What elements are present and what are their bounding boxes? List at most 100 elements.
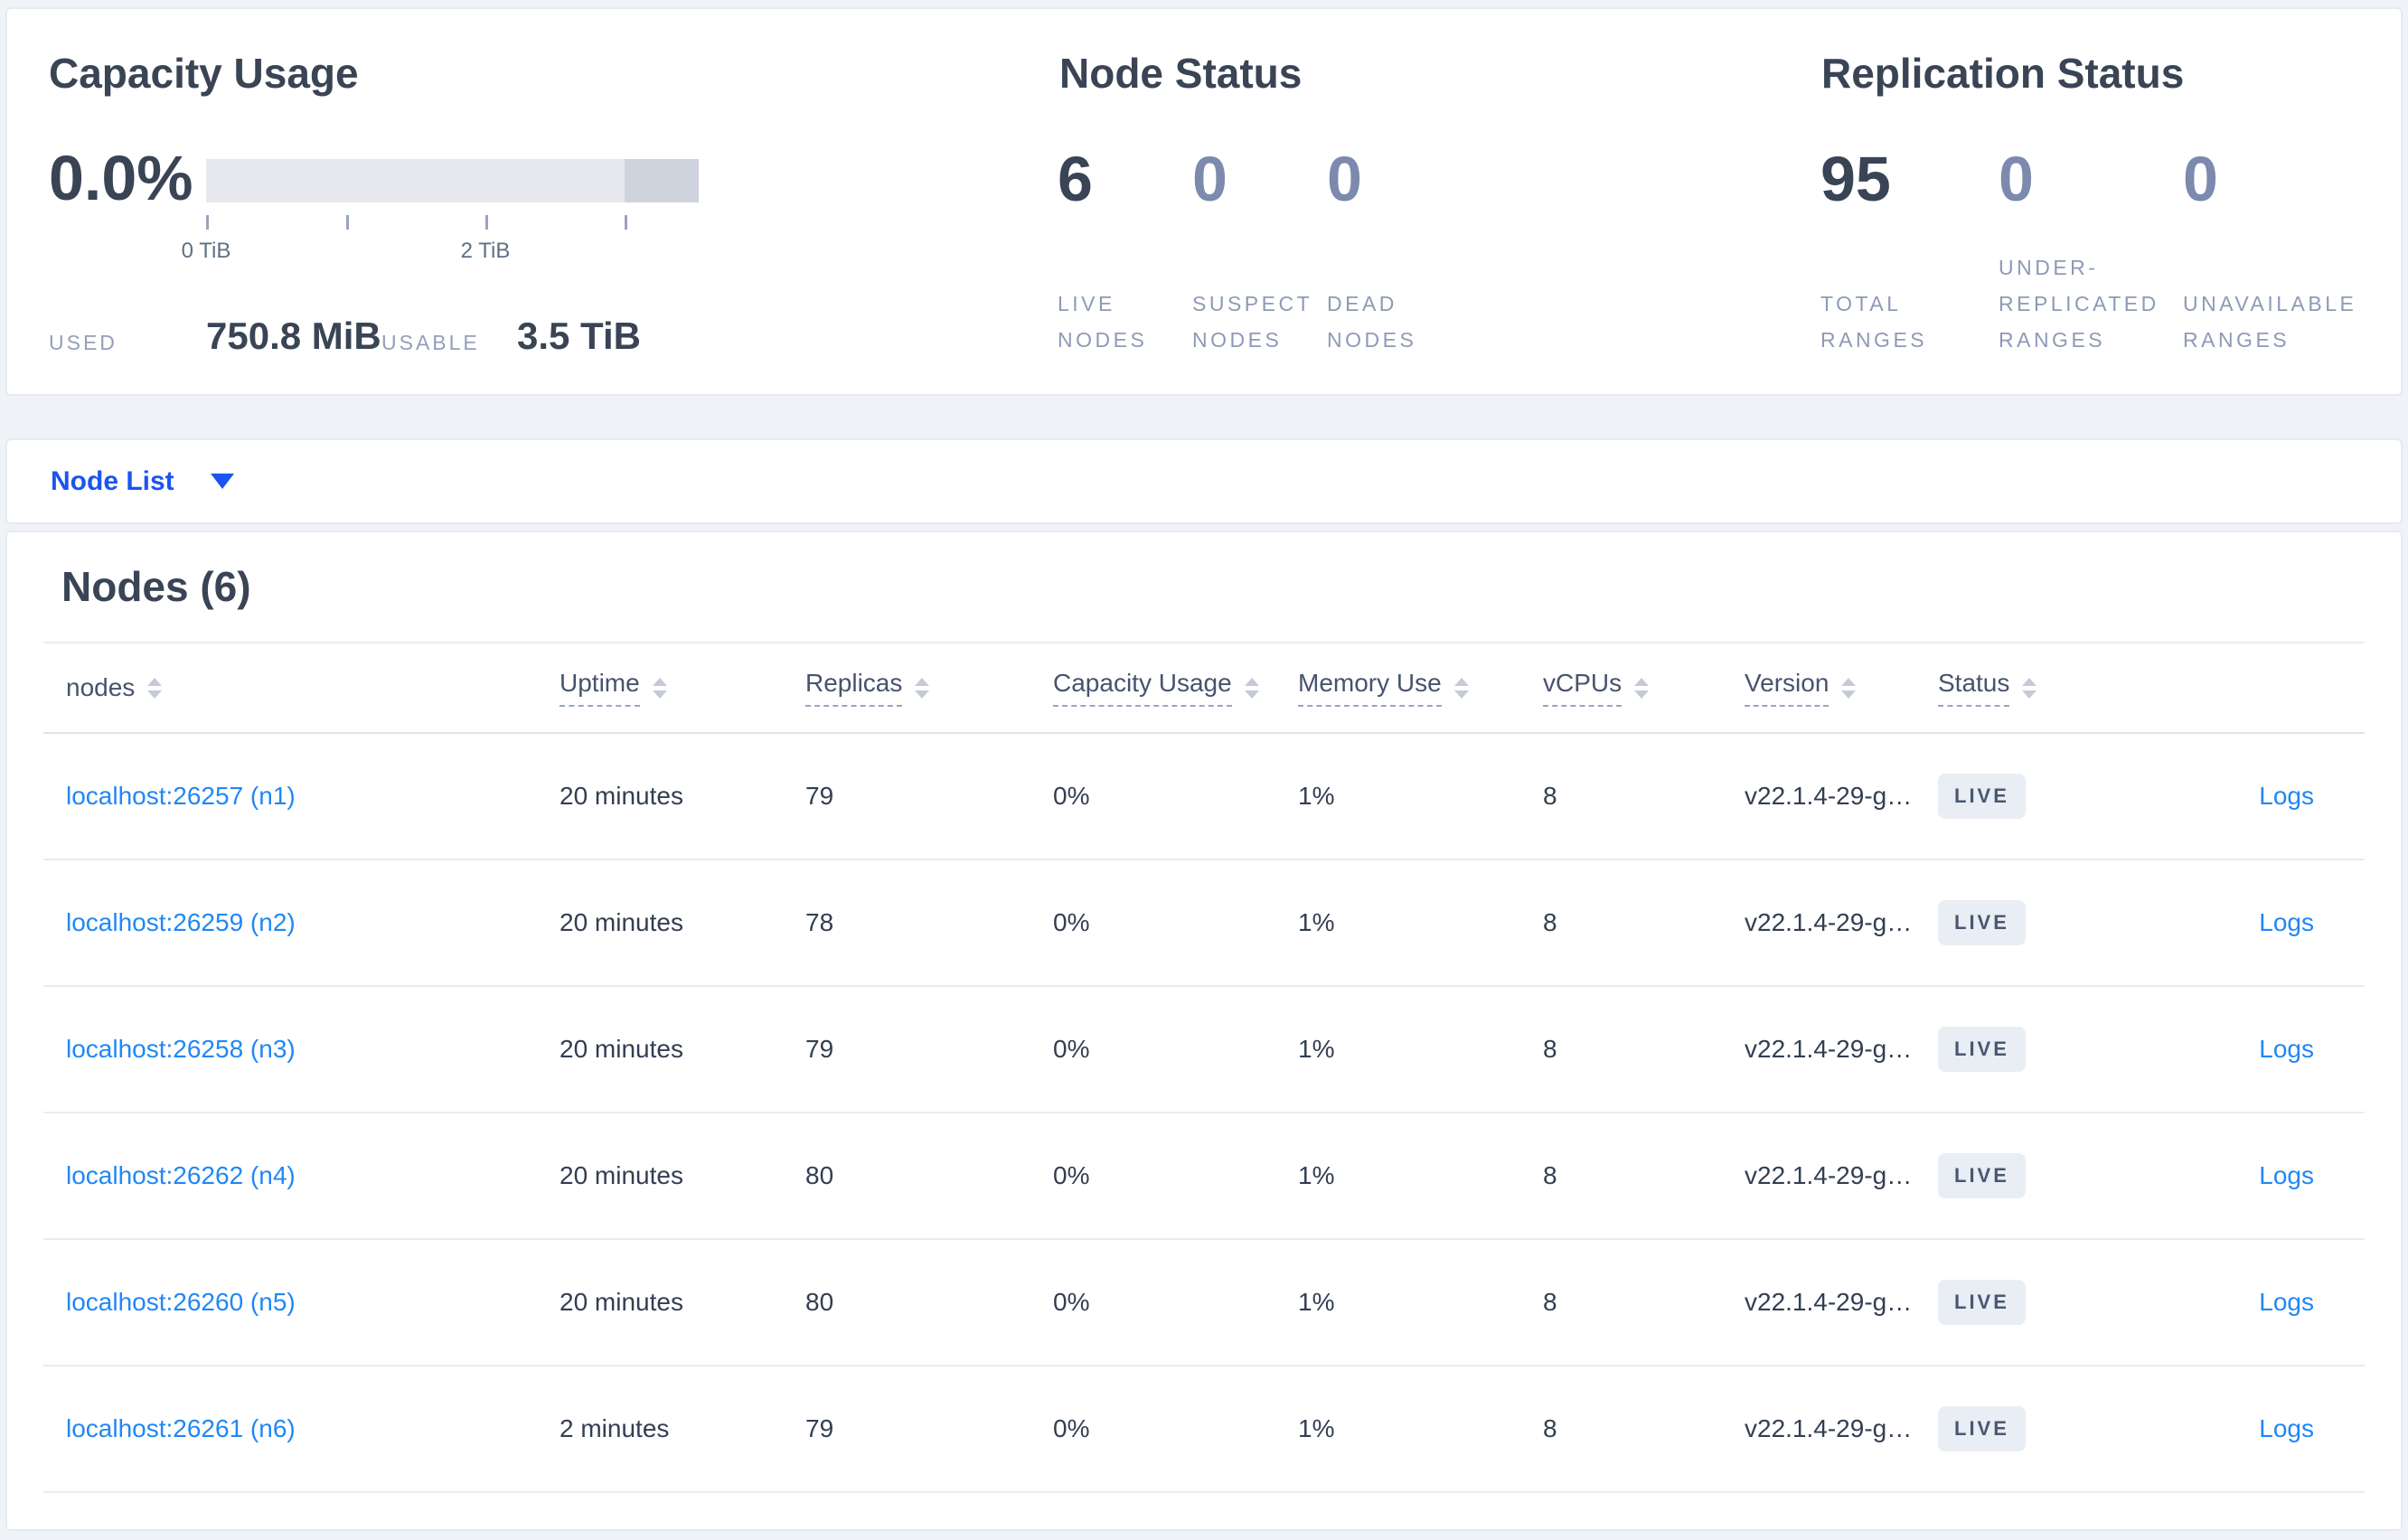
status-cell: LIVE [1933, 1406, 2150, 1451]
node-address-cell: localhost:26260 (n5) [43, 1288, 555, 1317]
sort-icon [2022, 677, 2037, 699]
capacity-cell: 0% [1053, 782, 1090, 810]
column-header-vcpus[interactable]: vCPUs [1538, 669, 1740, 707]
column-header-capacity-usage-label: Capacity Usage [1053, 669, 1232, 707]
cluster-summary-card: Capacity Usage Node Status Replication S… [5, 7, 2403, 396]
version-cell: v22.1.4-29-g… [1745, 1161, 1913, 1189]
used-value: 750.8 MiB [206, 315, 381, 357]
logs-cell: Logs [2150, 1288, 2365, 1317]
gauge-tick-3 [625, 215, 628, 230]
version-cell: v22.1.4-29-g… [1745, 1288, 1913, 1316]
nodes-table-header: nodes Uptime Replicas Capacity Usage Mem… [43, 643, 2365, 734]
gauge-tick-label-0: 0 TiB [181, 239, 231, 263]
node-address-link[interactable]: localhost:26259 (n2) [66, 908, 296, 936]
logs-cell: Logs [2150, 782, 2365, 811]
node-address-link[interactable]: localhost:26262 (n4) [66, 1161, 296, 1189]
uptime-cell: 2 minutes [560, 1414, 670, 1442]
vcpus-cell: 8 [1543, 1288, 1557, 1316]
capacity-cell: 0% [1053, 1035, 1090, 1063]
version-cell: v22.1.4-29-g… [1745, 1035, 1913, 1063]
sort-icon [147, 677, 163, 699]
under-replicated-ranges-value: 0 [1999, 144, 2034, 214]
total-ranges-value: 95 [1820, 144, 1891, 214]
vcpus-cell: 8 [1543, 782, 1557, 810]
capacity-cell: 0% [1053, 908, 1090, 936]
sort-icon [915, 677, 930, 699]
status-badge: LIVE [1938, 1027, 2026, 1072]
column-header-uptime[interactable]: Uptime [555, 669, 801, 707]
column-header-replicas[interactable]: Replicas [801, 669, 1049, 707]
gauge-tick-label-2: 2 TiB [460, 239, 511, 263]
logs-link[interactable]: Logs [2259, 1414, 2314, 1442]
uptime-cell: 20 minutes [560, 908, 683, 936]
node-address-link[interactable]: localhost:26261 (n6) [66, 1414, 296, 1442]
node-address-link[interactable]: localhost:26260 (n5) [66, 1288, 296, 1316]
capacity-cell: 0% [1053, 1288, 1090, 1316]
node-address-link[interactable]: localhost:26258 (n3) [66, 1035, 296, 1063]
sort-icon [1453, 677, 1469, 699]
logs-link[interactable]: Logs [2259, 782, 2314, 810]
sort-icon [1634, 677, 1650, 699]
logs-cell: Logs [2150, 1035, 2365, 1064]
replicas-cell: 78 [805, 908, 834, 936]
status-cell: LIVE [1933, 1027, 2150, 1072]
column-header-version[interactable]: Version [1740, 669, 1933, 707]
replicas-cell: 79 [805, 1414, 834, 1442]
capacity-gauge-dark-segment [625, 159, 699, 202]
column-header-nodes[interactable]: nodes [43, 673, 555, 702]
column-header-memory-use[interactable]: Memory Use [1293, 669, 1538, 707]
replicas-cell: 80 [805, 1288, 834, 1316]
capacity-gauge: 0 TiB 2 TiB [182, 159, 699, 263]
logs-link[interactable]: Logs [2259, 908, 2314, 936]
uptime-cell: 20 minutes [560, 1288, 683, 1316]
logs-link[interactable]: Logs [2259, 1288, 2314, 1316]
version-cell: v22.1.4-29-g… [1745, 908, 1913, 936]
version-cell: v22.1.4-29-g… [1745, 1414, 1913, 1442]
dead-nodes-stat: 0 DEAD NODES [1327, 9, 1462, 394]
usable-label: USABLE [381, 331, 480, 354]
status-badge: LIVE [1938, 1280, 2026, 1325]
table-row: localhost:26261 (n6) 2 minutes 79 0% 1% … [43, 1366, 2365, 1493]
logs-link[interactable]: Logs [2259, 1035, 2314, 1063]
logs-cell: Logs [2150, 1414, 2365, 1443]
memory-cell: 1% [1298, 1035, 1335, 1063]
table-row: localhost:26257 (n1) 20 minutes 79 0% 1%… [43, 734, 2365, 860]
memory-cell: 1% [1298, 908, 1335, 936]
logs-cell: Logs [2150, 908, 2365, 937]
column-header-uptime-label: Uptime [560, 669, 640, 707]
replicas-cell: 80 [805, 1161, 834, 1189]
replication-status-stats: 95 TOTAL RANGES 0 UNDER- REPLICATED RANG… [1820, 9, 2391, 394]
cluster-overview-page: Capacity Usage Node Status Replication S… [0, 0, 2408, 1538]
total-ranges-stat: 95 TOTAL RANGES [1820, 9, 1999, 394]
capacity-used-percent: 0.0% [49, 143, 193, 213]
sort-icon [652, 677, 667, 699]
node-list-dropdown-label[interactable]: Node List [51, 466, 174, 497]
live-nodes-label: LIVE NODES [1058, 292, 1148, 352]
under-replicated-ranges-label: UNDER- REPLICATED RANGES [1999, 256, 2159, 352]
total-ranges-label: TOTAL RANGES [1820, 292, 1928, 352]
status-badge: LIVE [1938, 774, 2026, 819]
chevron-down-icon [210, 474, 234, 489]
uptime-cell: 20 minutes [560, 782, 683, 810]
capacity-usage-title: Capacity Usage [49, 50, 359, 97]
under-replicated-ranges-stat: 0 UNDER- REPLICATED RANGES [1999, 9, 2183, 394]
memory-cell: 1% [1298, 1414, 1335, 1442]
node-list-dropdown[interactable]: Node List [5, 438, 2403, 524]
vcpus-cell: 8 [1543, 1414, 1557, 1442]
table-row: localhost:26260 (n5) 20 minutes 80 0% 1%… [43, 1240, 2365, 1366]
table-row: localhost:26259 (n2) 20 minutes 78 0% 1%… [43, 860, 2365, 987]
used-label: USED [49, 331, 118, 354]
memory-cell: 1% [1298, 1288, 1335, 1316]
node-address-link[interactable]: localhost:26257 (n1) [66, 782, 296, 810]
node-address-cell: localhost:26261 (n6) [43, 1414, 555, 1443]
column-header-memory-use-label: Memory Use [1298, 669, 1442, 707]
status-cell: LIVE [1933, 774, 2150, 819]
version-cell: v22.1.4-29-g… [1745, 782, 1913, 810]
unavailable-ranges-label: UNAVAILABLE RANGES [2183, 292, 2357, 352]
column-header-status[interactable]: Status [1933, 669, 2150, 707]
nodes-table-title: Nodes (6) [61, 563, 251, 610]
sort-icon [1841, 677, 1857, 699]
unavailable-ranges-stat: 0 UNAVAILABLE RANGES [2183, 9, 2391, 394]
logs-link[interactable]: Logs [2259, 1161, 2314, 1189]
column-header-capacity-usage[interactable]: Capacity Usage [1049, 669, 1293, 707]
